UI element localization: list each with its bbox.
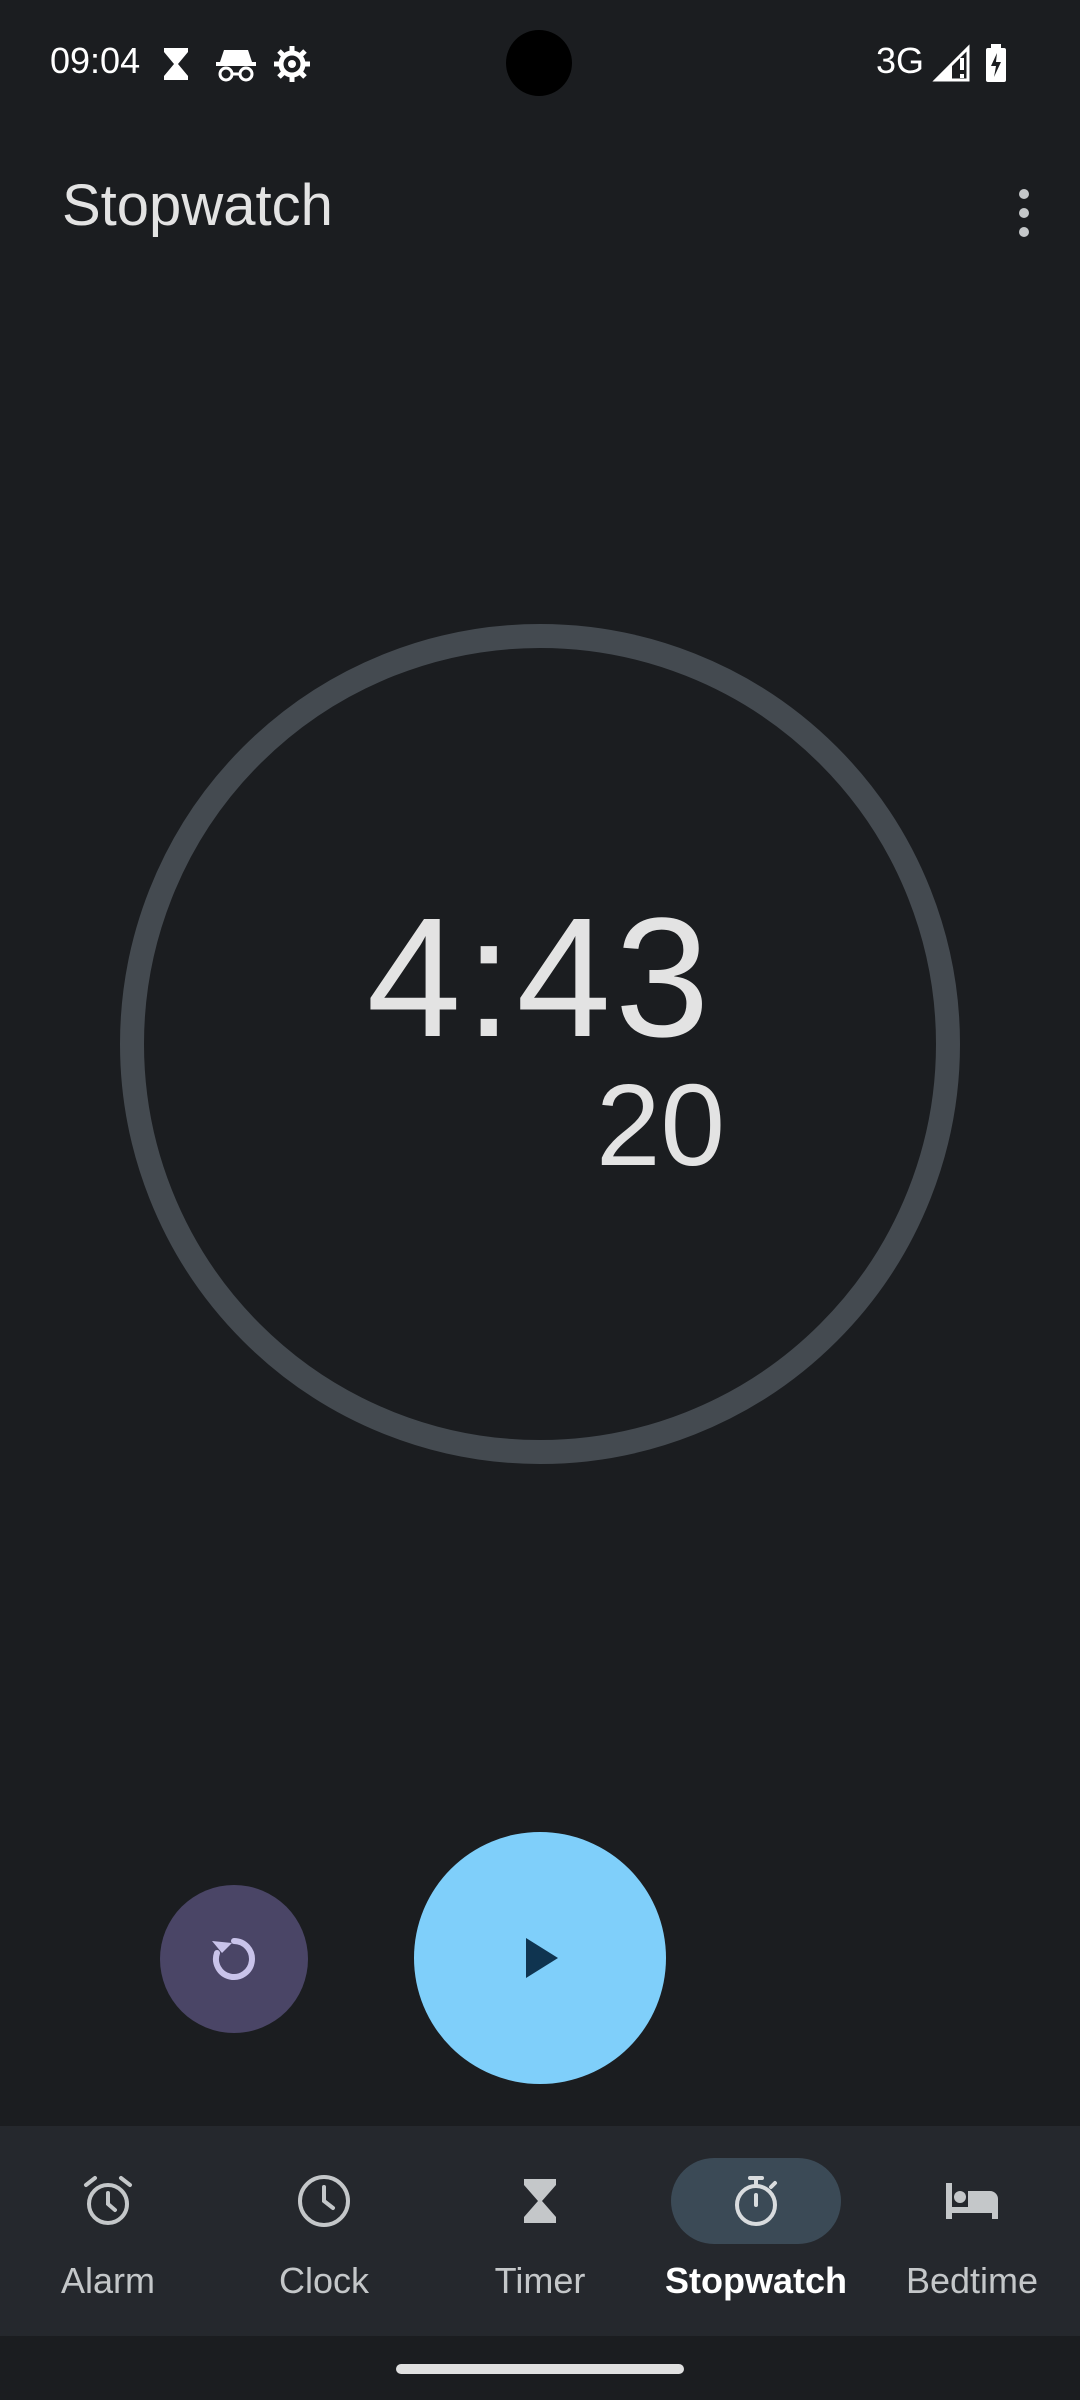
bed-icon	[946, 2183, 998, 2219]
bottom-navigation: Alarm Clock Timer Stopwatch Bedtime	[0, 2126, 1080, 2336]
stopwatch-icon	[735, 2176, 777, 2226]
nav-label-bedtime: Bedtime	[905, 2260, 1039, 2301]
nav-label-stopwatch: Stopwatch	[664, 2260, 847, 2301]
hourglass-icon	[164, 48, 188, 80]
home-indicator[interactable]	[396, 2364, 684, 2374]
settings-gear-icon	[274, 46, 310, 82]
elapsed-hundredths: 20	[596, 1060, 726, 1190]
reset-button[interactable]	[160, 1885, 308, 2033]
nav-item-clock[interactable]: Clock	[216, 2126, 432, 2336]
status-time: 09:04	[50, 40, 141, 81]
hourglass-icon	[524, 2179, 556, 2223]
start-button[interactable]	[414, 1832, 666, 2084]
nav-item-timer[interactable]: Timer	[432, 2126, 648, 2336]
nav-icon-container	[455, 2158, 625, 2244]
nav-icon-container	[239, 2158, 409, 2244]
nav-label-timer: Timer	[494, 2260, 586, 2301]
battery-charging-icon	[986, 44, 1006, 82]
play-icon	[526, 1938, 558, 1978]
camera-cutout	[506, 30, 572, 96]
elapsed-time: 4:43	[366, 883, 714, 1073]
nav-icon-container	[23, 2158, 193, 2244]
status-bar: 09:04 3G	[0, 0, 1080, 128]
nav-label-clock: Clock	[278, 2260, 370, 2301]
signal-icon	[932, 44, 970, 82]
clock-icon	[298, 2175, 350, 2227]
alarm-icon	[84, 2176, 132, 2225]
nav-label-alarm: Alarm	[60, 2260, 155, 2301]
nav-icon-container	[671, 2158, 841, 2244]
network-type: 3G	[876, 40, 925, 81]
nav-item-bedtime[interactable]: Bedtime	[864, 2126, 1080, 2336]
page-title: Stopwatch	[62, 173, 333, 238]
nav-icon-container	[887, 2158, 1057, 2244]
more-options-icon[interactable]	[1012, 188, 1036, 238]
nav-item-alarm[interactable]: Alarm	[0, 2126, 216, 2336]
reset-icon	[212, 1938, 255, 1980]
nav-item-stopwatch[interactable]: Stopwatch	[648, 2126, 864, 2336]
incognito-icon	[216, 50, 256, 82]
